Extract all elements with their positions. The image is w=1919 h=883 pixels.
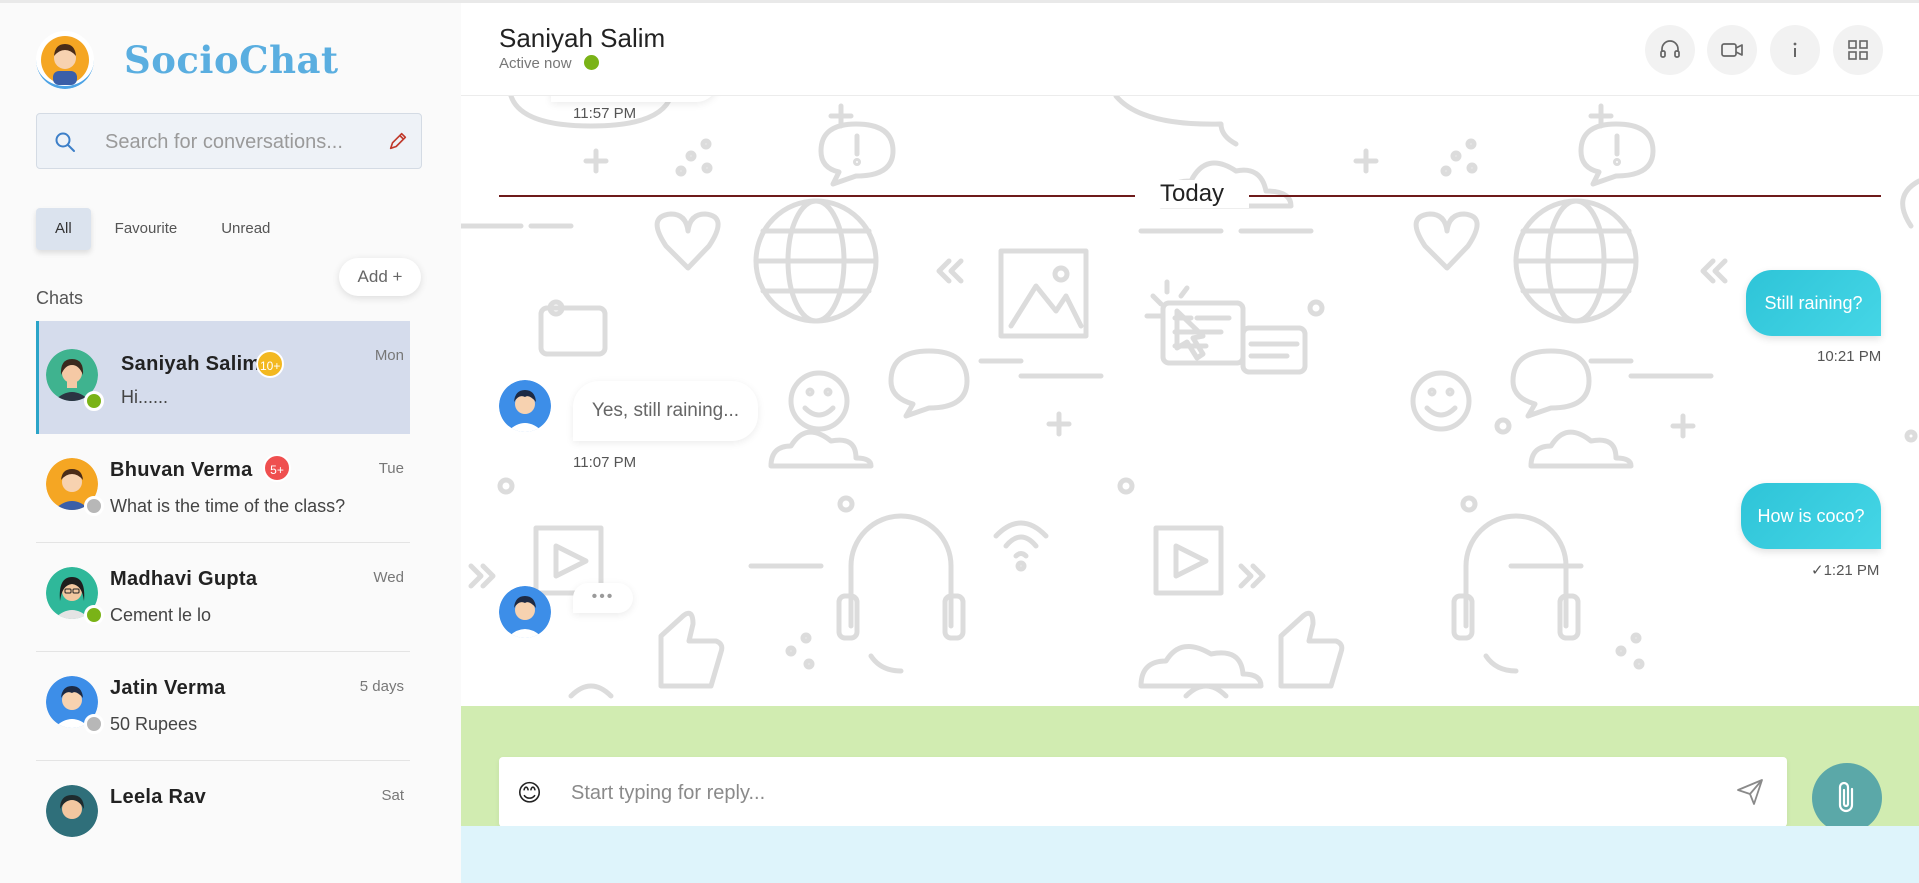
- chat-contact-name: Saniyah Salim: [121, 353, 261, 375]
- online-status-dot: [84, 605, 104, 625]
- search-box[interactable]: [36, 113, 422, 169]
- video-call-button[interactable]: [1707, 25, 1757, 75]
- chat-contact-name: Madhavi Gupta: [110, 568, 258, 590]
- chat-list-item[interactable]: Madhavi Gupta Cement le lo Wed: [36, 543, 410, 652]
- bottom-strip: [461, 826, 1919, 883]
- composer-area: 😊: [461, 706, 1919, 833]
- presence-text: Active now: [499, 55, 572, 72]
- message-input[interactable]: [569, 777, 1673, 809]
- tab-favourite[interactable]: Favourite: [95, 208, 198, 250]
- message-text: Yes, still raining...: [591, 400, 740, 421]
- message-time: 11:57 PM: [573, 105, 637, 122]
- day-divider-label: Today: [1135, 180, 1250, 208]
- message-bubble-incoming: Yes, still raining...: [573, 381, 758, 441]
- pencil-icon[interactable]: [387, 130, 409, 152]
- audio-call-button[interactable]: [1645, 25, 1695, 75]
- brand: SocioChat: [36, 31, 339, 89]
- chat-time: 5 days: [359, 678, 404, 695]
- chat-list-item[interactable]: Saniyah Salim 10+ Hi...... Mon: [36, 321, 410, 434]
- video-camera-icon: [1721, 43, 1743, 57]
- app-name: SocioChat: [124, 38, 339, 82]
- chat-time: Tue: [378, 460, 404, 477]
- search-icon: [55, 132, 75, 152]
- chat-time: Wed: [373, 569, 404, 586]
- paperclip-icon: [1838, 781, 1854, 813]
- message-time: ✓1:21 PM: [1811, 562, 1880, 579]
- message-text: How is coco?: [1757, 506, 1865, 526]
- message-time: 11:07 PM: [573, 454, 637, 471]
- conversation-panel: Saniyah Salim Active now 11:57 PM Today …: [461, 3, 1919, 883]
- chat-last-message: 50 Rupees: [110, 714, 198, 734]
- unread-badge: 5+: [263, 454, 291, 482]
- headset-icon: [1660, 40, 1680, 58]
- contact-name: Saniyah Salim: [499, 23, 666, 53]
- offline-status-dot: [84, 714, 104, 734]
- message-bubble-incoming: [551, 96, 719, 102]
- chat-list-item[interactable]: Bhuvan Verma 5+ What is the time of the …: [36, 434, 410, 543]
- typing-dots: •••: [591, 588, 615, 605]
- chat-last-message: What is the time of the class?: [110, 496, 346, 516]
- offline-status-dot: [84, 496, 104, 516]
- chat-contact-name: Jatin Verma: [110, 677, 226, 699]
- message-time: 10:21 PM: [1817, 348, 1882, 365]
- send-icon[interactable]: [1735, 777, 1765, 807]
- message-area[interactable]: 11:57 PM Today Still raining? 10:21 PM Y…: [461, 96, 1919, 706]
- chat-filter-tabs: All Favourite Unread: [36, 208, 294, 250]
- message-bubble-outgoing: How is coco?: [1741, 483, 1881, 549]
- app-logo: [36, 31, 94, 89]
- chat-list-item[interactable]: Leela Rav Sat: [36, 761, 410, 869]
- message-bubble-outgoing: Still raining?: [1746, 270, 1881, 336]
- chat-last-message: Cement le lo: [110, 605, 212, 625]
- search-input[interactable]: [103, 127, 377, 157]
- add-chat-button[interactable]: Add +: [339, 258, 421, 296]
- tab-unread[interactable]: Unread: [201, 208, 290, 250]
- message-text: Still raining?: [1764, 293, 1863, 313]
- attach-button[interactable]: [1812, 763, 1882, 833]
- unread-badge: 10+: [256, 350, 285, 378]
- info-icon: [1793, 42, 1797, 57]
- more-options-button[interactable]: [1833, 25, 1883, 75]
- grid-icon: [1848, 40, 1868, 60]
- sidebar: SocioChat All Favourite Unread Add + Cha…: [0, 3, 461, 883]
- typing-indicator: •••: [573, 583, 633, 613]
- info-button[interactable]: [1770, 25, 1820, 75]
- avatar: [499, 586, 551, 638]
- presence-status: Active now: [499, 55, 599, 72]
- tab-all[interactable]: All: [36, 208, 91, 250]
- online-status-dot: [84, 391, 104, 411]
- chats-heading: Chats: [36, 288, 84, 308]
- emoji-icon[interactable]: 😊: [517, 779, 542, 808]
- message-composer[interactable]: 😊: [499, 757, 1787, 827]
- chat-contact-name: Leela Rav: [110, 786, 207, 808]
- active-status-dot: [583, 55, 599, 70]
- avatar: [46, 785, 98, 837]
- chat-list: Saniyah Salim 10+ Hi...... Mon Bhuvan Ve…: [36, 321, 410, 869]
- avatar: [499, 380, 551, 432]
- conversation-header: Saniyah Salim Active now: [461, 3, 1919, 96]
- chat-list-item[interactable]: Jatin Verma 50 Rupees 5 days: [36, 652, 410, 761]
- chat-contact-name: Bhuvan Verma: [110, 459, 253, 481]
- chat-time: Mon: [374, 347, 404, 364]
- chat-last-message: Hi......: [121, 387, 169, 407]
- chat-time: Sat: [381, 787, 404, 804]
